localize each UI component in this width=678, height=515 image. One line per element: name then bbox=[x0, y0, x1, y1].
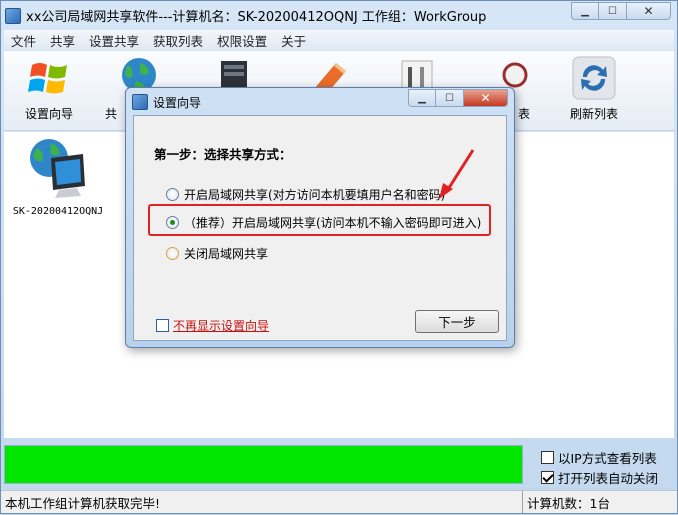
window-controls: ▁ ☐ ✕ bbox=[571, 2, 671, 20]
maximize-icon: ☐ bbox=[445, 92, 454, 104]
menu-permissions[interactable]: 权限设置 bbox=[210, 31, 274, 50]
option-share-no-password[interactable]: （推荐）开启局域网共享(访问本机不输入密码即可进入) bbox=[166, 214, 481, 231]
refresh-list-label: 刷新列表 bbox=[569, 107, 618, 121]
share-label: 共 bbox=[104, 107, 117, 121]
option-share-with-password[interactable]: 开启局域网共享(对方访问本机要填用户名和密码) bbox=[166, 186, 445, 203]
computer-name: SK-20200412OQNJ bbox=[12, 206, 104, 217]
dialog-window-controls: ▁ ☐ ✕ bbox=[408, 89, 508, 107]
menu-set-share[interactable]: 设置共享 bbox=[82, 31, 146, 50]
maximize-icon: ☐ bbox=[608, 5, 617, 17]
dont-show-again-option[interactable]: 不再显示设置向导 bbox=[156, 317, 269, 334]
status-message: 本机工作组计算机获取完毕! bbox=[1, 491, 523, 513]
dialog-close-button[interactable]: ✕ bbox=[464, 89, 508, 107]
refresh-icon bbox=[572, 56, 616, 100]
menu-share[interactable]: 共享 bbox=[43, 31, 82, 50]
maximize-button[interactable]: ☐ bbox=[599, 2, 627, 20]
windows-logo-icon bbox=[28, 63, 67, 94]
menu-get-list[interactable]: 获取列表 bbox=[146, 31, 210, 50]
step-title: 第一步：选择共享方式： bbox=[154, 147, 292, 162]
option-share-no-password-radio[interactable] bbox=[166, 216, 179, 229]
next-button[interactable]: 下一步 bbox=[415, 310, 499, 333]
title-bar[interactable]: xx公司局域网共享软件---计算机名：SK-20200412OQNJ 工作组：W… bbox=[1, 1, 677, 30]
menu-bar: 文件 共享 设置共享 获取列表 权限设置 关于 bbox=[4, 30, 674, 50]
minimize-icon: ▁ bbox=[581, 5, 589, 17]
dont-show-again-checkbox[interactable] bbox=[156, 319, 169, 332]
dont-show-again-label: 不再显示设置向导 bbox=[173, 319, 270, 333]
auto-close-label: 打开列表自动关闭 bbox=[558, 470, 659, 486]
status-bar: 本机工作组计算机获取完毕! 计算机数：1台 bbox=[1, 490, 677, 513]
setup-wizard-button[interactable]: 设置向导 bbox=[14, 55, 84, 127]
dialog-maximize-button[interactable]: ☐ bbox=[436, 89, 464, 107]
view-by-ip-option[interactable]: 以IP方式查看列表 bbox=[541, 447, 676, 467]
close-icon: ✕ bbox=[643, 4, 654, 18]
dialog-minimize-button[interactable]: ▁ bbox=[408, 89, 436, 107]
option-disable-share[interactable]: 关闭局域网共享 bbox=[166, 245, 268, 262]
dialog-title: 设置向导 bbox=[153, 95, 202, 110]
minimize-icon: ▁ bbox=[418, 92, 426, 104]
list-label: 表 bbox=[517, 107, 530, 121]
view-by-ip-label: 以IP方式查看列表 bbox=[558, 450, 657, 466]
dialog-app-icon bbox=[132, 94, 148, 110]
option-share-no-password-label: （推荐）开启局域网共享(访问本机不输入密码即可进入) bbox=[184, 216, 482, 230]
progress-bar bbox=[4, 445, 523, 484]
auto-close-checkbox[interactable] bbox=[541, 470, 554, 484]
setup-wizard-dialog: 设置向导 ▁ ☐ ✕ 第一步：选择共享方式： 开启局域网共享(对方访问本机要填用… bbox=[125, 87, 515, 348]
close-button[interactable]: ✕ bbox=[627, 2, 671, 20]
dialog-body: 第一步：选择共享方式： 开启局域网共享(对方访问本机要填用户名和密码) （推荐）… bbox=[133, 115, 507, 341]
refresh-list-button[interactable]: 刷新列表 bbox=[559, 55, 629, 127]
dialog-title-bar[interactable]: 设置向导 bbox=[132, 93, 201, 111]
window-title: xx公司局域网共享软件---计算机名：SK-20200412OQNJ 工作组：W… bbox=[26, 10, 487, 25]
options-panel: 以IP方式查看列表 打开列表自动关闭 bbox=[541, 447, 676, 487]
close-icon: ✕ bbox=[480, 91, 491, 105]
menu-file[interactable]: 文件 bbox=[4, 31, 43, 50]
option-disable-share-label: 关闭局域网共享 bbox=[184, 247, 269, 261]
minimize-button[interactable]: ▁ bbox=[571, 2, 599, 20]
auto-close-option[interactable]: 打开列表自动关闭 bbox=[541, 467, 676, 487]
computer-count: 计算机数：1台 bbox=[527, 495, 610, 511]
option-share-with-password-radio[interactable] bbox=[166, 188, 179, 201]
option-share-with-password-label: 开启局域网共享(对方访问本机要填用户名和密码) bbox=[184, 188, 446, 202]
view-by-ip-checkbox[interactable] bbox=[541, 450, 554, 464]
list-item[interactable]: SK-20200412OQNJ bbox=[10, 134, 106, 224]
main-window: xx公司局域网共享软件---计算机名：SK-20200412OQNJ 工作组：W… bbox=[0, 0, 678, 514]
globe-computer-icon bbox=[30, 139, 85, 198]
app-icon bbox=[5, 7, 21, 24]
setup-wizard-label: 设置向导 bbox=[24, 107, 73, 121]
option-disable-share-radio[interactable] bbox=[166, 247, 179, 260]
menu-about[interactable]: 关于 bbox=[274, 31, 313, 50]
